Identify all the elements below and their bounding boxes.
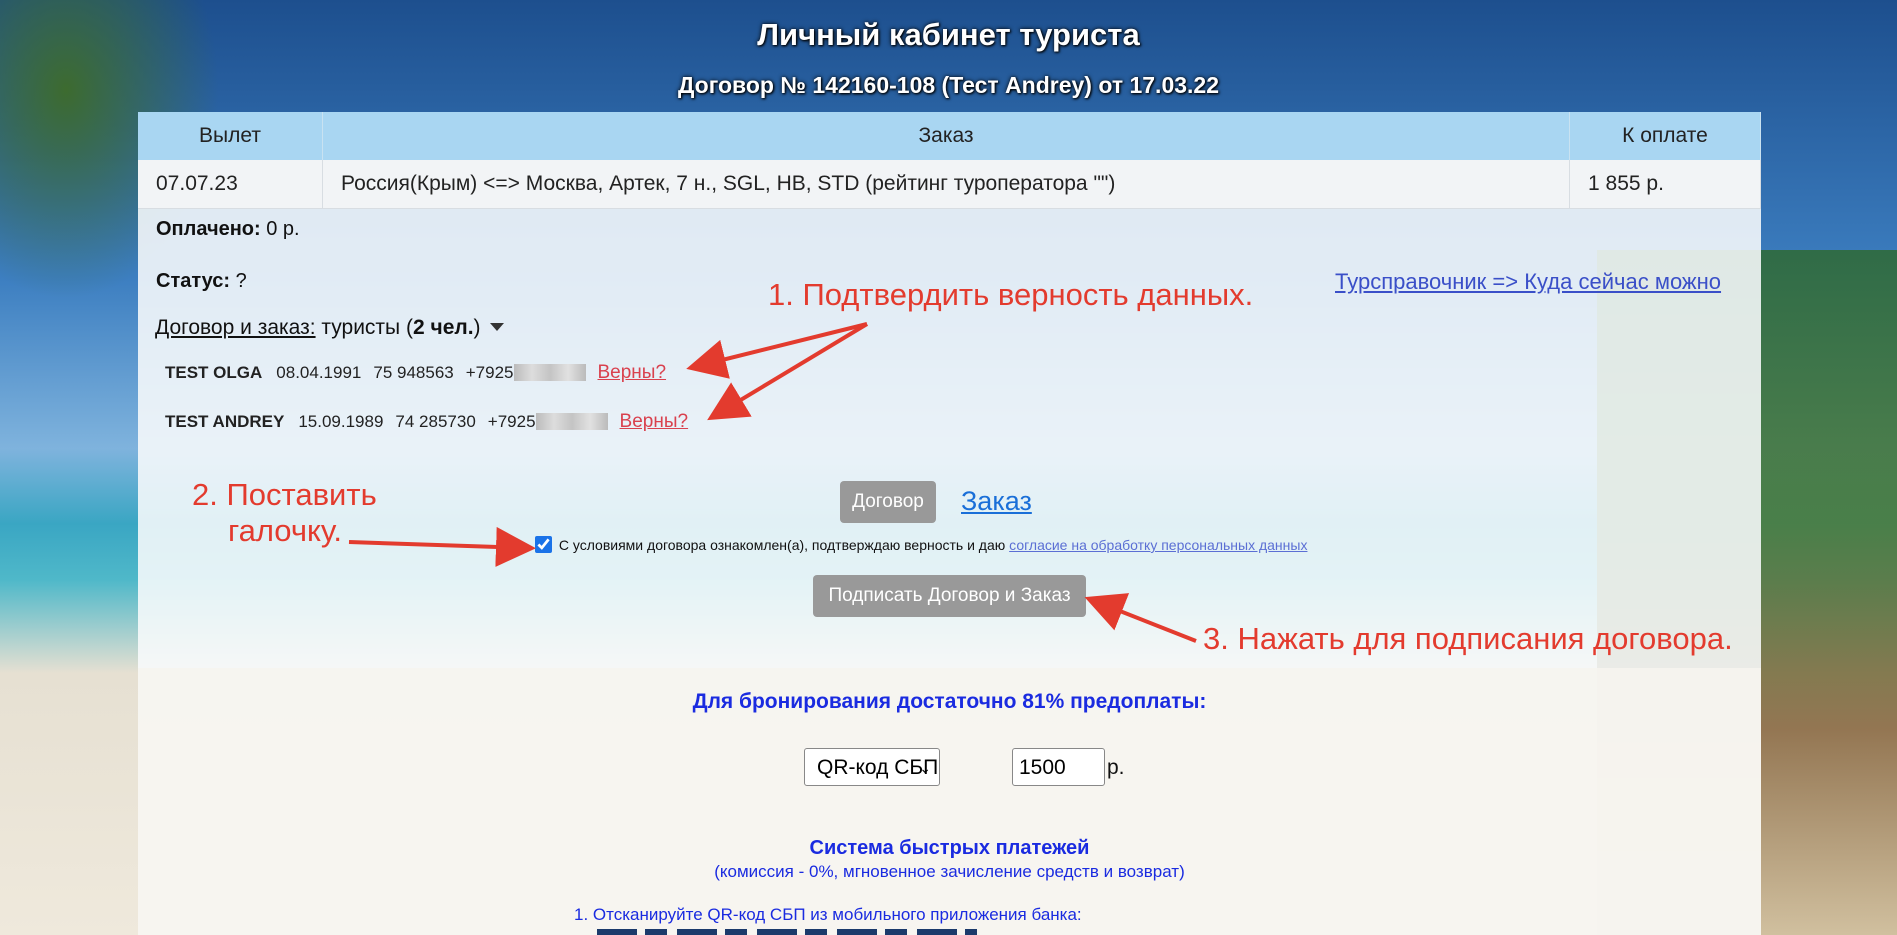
personal-data-link[interactable]: согласие на обработку персональных данны… xyxy=(1009,537,1307,553)
annotation-step1: 1. Подтвердить верность данных. xyxy=(768,277,1254,312)
tourists-header: Договор и заказ: туристы (2 чел.) xyxy=(155,316,505,340)
status-value: ? xyxy=(235,270,247,292)
annotation-step3: 3. Нажать для подписания договора. xyxy=(1203,621,1733,656)
phone-redacted xyxy=(513,364,586,381)
paid-label: Оплачено: xyxy=(156,218,261,240)
status-row: Статус: ? xyxy=(156,270,247,293)
list-item: TEST ANDREY 15.09.1989 74 285730 +7925 Верны… xyxy=(165,411,688,433)
consent-text: С условиями договора ознакомлен(а), подт… xyxy=(558,537,1006,553)
column-header-departure: Вылет xyxy=(138,112,323,160)
annotation-step2-line2: галочку. xyxy=(228,513,342,548)
qr-code-top xyxy=(597,929,977,935)
annotation-step2-line1: 2. Поставить xyxy=(192,477,377,512)
paid-value: 0 р. xyxy=(266,218,300,240)
tourist-birth: 15.09.1989 xyxy=(298,412,384,431)
guide-link[interactable]: Турсправочник => Куда сейчас можно xyxy=(1335,269,1721,295)
order-description: Россия(Крым) <=> Москва, Артек, 7 н., SG… xyxy=(322,160,1570,209)
chevron-down-icon: ⌄ xyxy=(919,760,931,776)
consent-row: С условиями договора ознакомлен(а), подт… xyxy=(535,536,1307,553)
list-item: TEST OLGA 08.04.1991 75 948563 +7925 Верны? xyxy=(165,362,666,384)
consent-checkbox[interactable] xyxy=(535,536,552,553)
tourist-phone: +7925 xyxy=(465,363,514,382)
tourists-close: ) xyxy=(473,316,481,339)
tourist-name: TEST ANDREY xyxy=(165,412,285,431)
confirm-link[interactable]: Верны? xyxy=(620,411,689,432)
order-table: Вылет Заказ К оплате 07.07.23 Россия(Кры… xyxy=(138,112,1761,209)
column-header-amount: К оплате xyxy=(1569,112,1761,160)
departure-date: 07.07.23 xyxy=(138,160,323,209)
tourist-passport: 74 285730 xyxy=(395,412,476,431)
phone-redacted xyxy=(535,413,608,430)
contract-order-link[interactable]: Договор и заказ: xyxy=(155,316,316,339)
caret-down-icon[interactable] xyxy=(490,323,505,331)
amount-due: 1 855 р. xyxy=(1569,160,1761,209)
table-row: 07.07.23 Россия(Крым) <=> Москва, Артек,… xyxy=(138,160,1761,209)
paid-row: Оплачено: 0 р. xyxy=(156,218,300,241)
prepayment-note: Для бронирования достаточно 81% предопла… xyxy=(692,690,1207,713)
confirm-link[interactable]: Верны? xyxy=(598,362,667,383)
tourist-name: TEST OLGA xyxy=(165,363,263,382)
contract-subtitle: Договор № 142160-108 (Тест Andrey) от 17… xyxy=(677,72,1220,98)
contract-button[interactable]: Договор xyxy=(840,481,936,523)
sign-button[interactable]: Подписать Договор и Заказ xyxy=(813,575,1086,617)
page-title: Личный кабинет туриста xyxy=(757,17,1140,52)
payment-amount-input[interactable]: 1500 xyxy=(1012,748,1105,786)
sbp-title: Система быстрых платежей xyxy=(809,837,1090,859)
sbp-step1: 1. Отсканируйте QR-код СБП из мобильного… xyxy=(574,905,1082,924)
tourist-passport: 75 948563 xyxy=(373,363,454,382)
tourist-birth: 08.04.1991 xyxy=(276,363,362,382)
status-label: Статус: xyxy=(156,270,231,292)
payment-method-select[interactable]: QR-код СБП ⌄ xyxy=(804,748,940,786)
sbp-subtitle: (комиссия - 0%, мгновенное зачисление ср… xyxy=(714,862,1185,881)
tourist-phone: +7925 xyxy=(487,412,536,431)
currency-label: р. xyxy=(1107,756,1125,779)
tourists-count: 2 чел. xyxy=(412,316,474,339)
tourists-label: туристы ( xyxy=(321,316,413,339)
order-link[interactable]: Заказ xyxy=(961,486,1032,517)
column-header-order: Заказ xyxy=(322,112,1570,160)
order-table-header: Вылет Заказ К оплате xyxy=(138,112,1761,160)
